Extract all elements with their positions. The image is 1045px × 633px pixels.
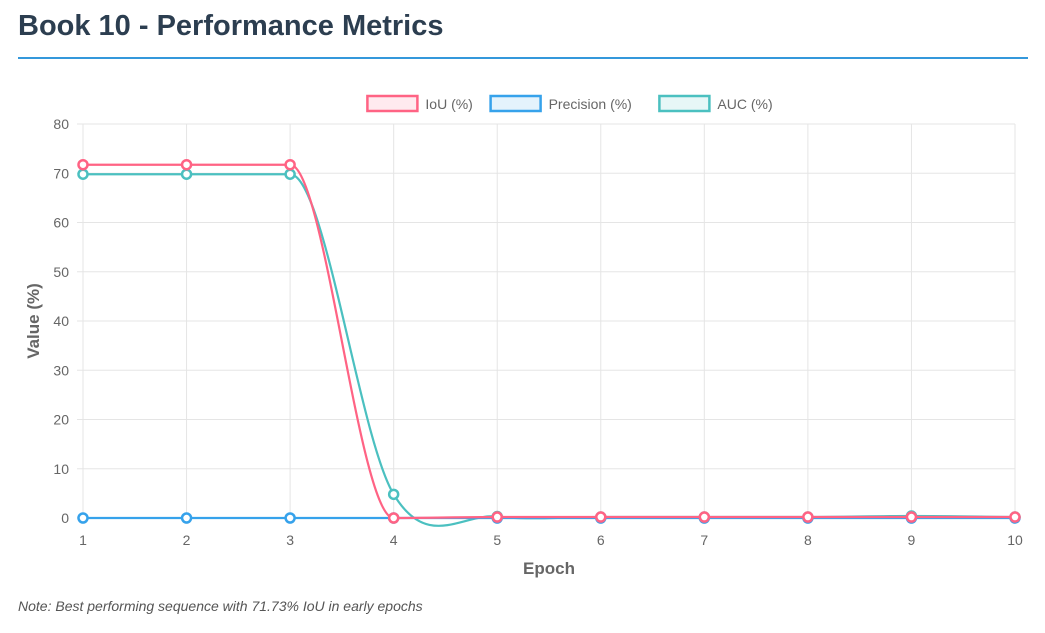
x-tick-label: 8 bbox=[804, 532, 812, 548]
legend-item-1[interactable]: Precision (%) bbox=[489, 94, 632, 113]
legend-item-2[interactable]: AUC (%) bbox=[658, 94, 773, 113]
y-tick-label: 60 bbox=[53, 215, 69, 231]
y-tick-label: 0 bbox=[61, 510, 69, 526]
line-chart: 0 10 20 30 40 50 60 70 80 1 2 3 4 5 6 7 8 9 10 Epoch Value (… bbox=[24, 94, 1023, 578]
chart-grid bbox=[77, 123, 1016, 524]
data-point[interactable] bbox=[180, 158, 193, 171]
data-point[interactable] bbox=[905, 511, 918, 523]
y-tick-label: 80 bbox=[53, 116, 69, 132]
x-tick-label: 10 bbox=[1007, 532, 1023, 548]
data-point[interactable] bbox=[1009, 511, 1021, 523]
x-tick-label: 2 bbox=[183, 532, 191, 548]
data-point[interactable] bbox=[284, 512, 296, 524]
x-axis-title: Epoch bbox=[523, 559, 575, 578]
x-tick-label: 3 bbox=[286, 532, 294, 548]
chart-legend[interactable]: IoU (%) Precision (%) AUC (%) bbox=[366, 94, 773, 113]
data-point[interactable] bbox=[491, 511, 503, 523]
x-tick-label: 4 bbox=[390, 532, 398, 548]
y-tick-label: 50 bbox=[53, 264, 69, 280]
y-tick-label: 20 bbox=[53, 412, 69, 428]
data-point[interactable] bbox=[77, 158, 89, 171]
chart-series bbox=[77, 158, 1021, 527]
data-point[interactable] bbox=[284, 168, 296, 180]
series-0 bbox=[77, 158, 1021, 524]
data-point[interactable] bbox=[595, 511, 607, 523]
x-tick-label: 6 bbox=[597, 532, 605, 548]
y-tick-label: 30 bbox=[53, 362, 69, 378]
data-point[interactable] bbox=[77, 168, 89, 180]
data-point[interactable] bbox=[387, 488, 400, 501]
legend-swatch bbox=[366, 94, 419, 113]
chart-note: Note: Best performing sequence with 71.7… bbox=[18, 598, 423, 614]
legend-item-0[interactable]: IoU (%) bbox=[366, 94, 473, 113]
legend-swatch bbox=[489, 94, 542, 113]
legend-swatch bbox=[658, 94, 711, 113]
y-tick-label: 10 bbox=[53, 461, 69, 477]
legend-label: Precision (%) bbox=[549, 96, 632, 112]
data-point[interactable] bbox=[698, 511, 711, 523]
y-tick-label: 70 bbox=[53, 165, 69, 181]
legend-label: AUC (%) bbox=[717, 96, 772, 112]
x-tick-label: 9 bbox=[908, 532, 916, 548]
x-tick-label: 1 bbox=[79, 532, 87, 548]
data-point[interactable] bbox=[180, 512, 193, 524]
series-2 bbox=[77, 168, 1021, 527]
data-point[interactable] bbox=[180, 168, 193, 180]
y-axis-title: Value (%) bbox=[24, 283, 43, 359]
y-tick-label: 40 bbox=[53, 313, 69, 329]
data-point[interactable] bbox=[387, 512, 400, 524]
series-line bbox=[82, 163, 1015, 520]
data-point[interactable] bbox=[802, 511, 814, 523]
data-point[interactable] bbox=[284, 158, 296, 171]
chart-axes: 0 10 20 30 40 50 60 70 80 1 2 3 4 5 6 7 8 9 10 Epoch Value (… bbox=[24, 116, 1023, 578]
data-point[interactable] bbox=[77, 512, 89, 524]
x-tick-label: 5 bbox=[493, 532, 501, 548]
legend-label: IoU (%) bbox=[425, 96, 472, 112]
series-line bbox=[83, 173, 1016, 527]
x-tick-label: 7 bbox=[700, 532, 708, 548]
